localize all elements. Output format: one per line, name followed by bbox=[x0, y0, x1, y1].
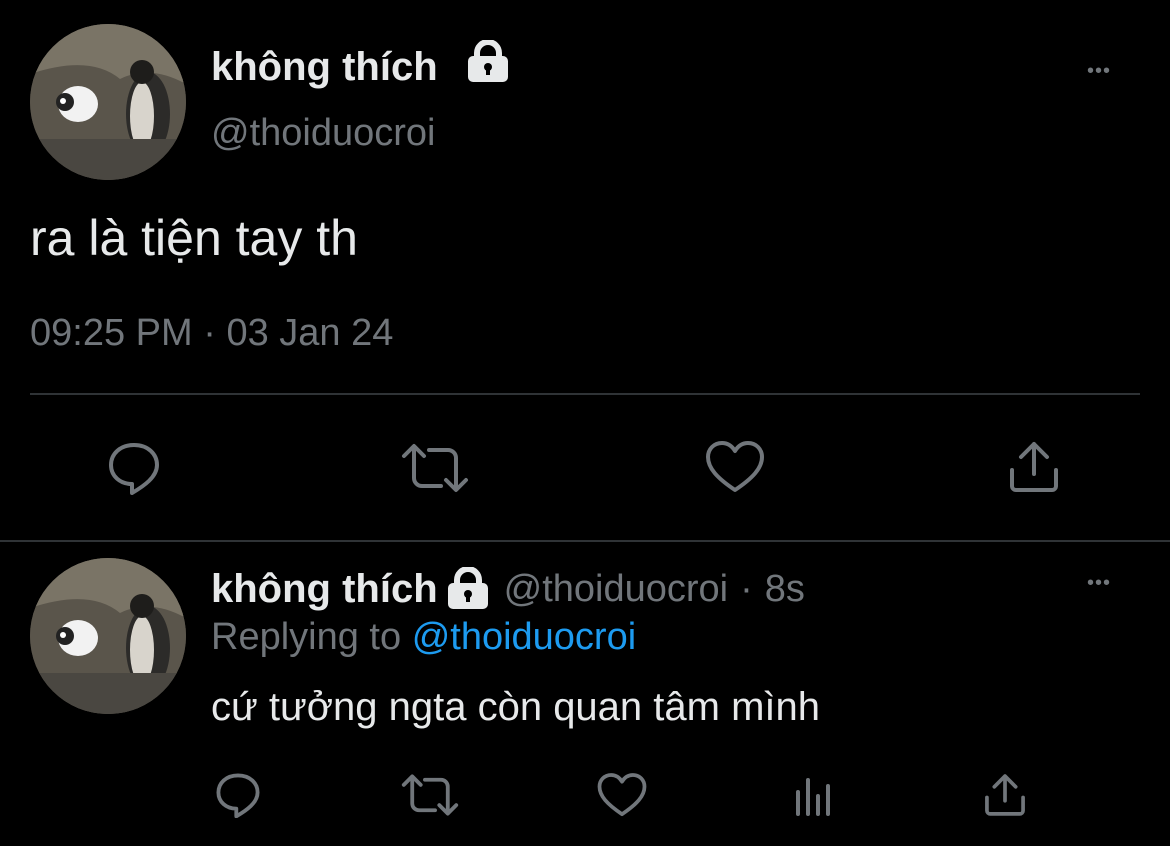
share-icon bbox=[1010, 442, 1058, 492]
retweet-icon bbox=[401, 774, 459, 816]
retweet-icon bbox=[402, 444, 468, 492]
replying-to-label: Replying to bbox=[211, 616, 402, 658]
time: 09:25 PM bbox=[30, 312, 193, 354]
reply-icon bbox=[216, 773, 260, 818]
analytics-button[interactable] bbox=[790, 772, 834, 818]
reply-handle[interactable]: @thoiduocroi bbox=[504, 568, 728, 611]
tweet-timestamp[interactable]: 09:25 PM · 03 Jan 24 bbox=[30, 310, 393, 356]
like-button[interactable] bbox=[704, 438, 766, 496]
reply-header: không thích @thoiduocroi · 8s bbox=[211, 566, 805, 612]
separator: · bbox=[203, 312, 216, 354]
display-name[interactable]: không thích bbox=[211, 43, 438, 91]
reply-lock-icon bbox=[446, 566, 490, 611]
reply-share-button[interactable] bbox=[980, 770, 1030, 820]
reply-age[interactable]: 8s bbox=[765, 568, 805, 611]
reply-avatar[interactable] bbox=[30, 558, 186, 714]
reply-like-button[interactable] bbox=[596, 770, 648, 820]
handle[interactable]: @thoiduocroi bbox=[211, 110, 435, 156]
heart-icon bbox=[597, 773, 647, 817]
reply-reply-button[interactable] bbox=[212, 770, 264, 820]
avatar[interactable] bbox=[30, 24, 186, 180]
reply-retweet-button[interactable] bbox=[400, 772, 460, 818]
retweet-button[interactable] bbox=[400, 440, 470, 496]
lock-icon bbox=[466, 39, 510, 89]
replying-to-link[interactable]: @thoiduocroi bbox=[412, 616, 636, 658]
share-button[interactable] bbox=[1004, 438, 1064, 496]
reply-display-name[interactable]: không thích bbox=[211, 566, 438, 612]
more-options-button[interactable]: ••• bbox=[1087, 60, 1111, 83]
replying-to: Replying to @thoiduocroi bbox=[211, 614, 636, 660]
date: 03 Jan 24 bbox=[226, 312, 394, 354]
reply-more-options-button[interactable]: ••• bbox=[1087, 572, 1111, 595]
reply-separator: · bbox=[740, 567, 753, 610]
reply-text: cứ tưởng ngta còn quan tâm mình bbox=[211, 685, 821, 729]
section-divider bbox=[0, 540, 1170, 542]
reply-button[interactable] bbox=[103, 438, 165, 498]
tweet-text: ra là tiện tay th bbox=[30, 210, 358, 266]
heart-icon bbox=[706, 441, 764, 492]
analytics-icon bbox=[796, 778, 830, 816]
share-icon bbox=[985, 774, 1025, 816]
divider bbox=[30, 393, 1140, 395]
reply-icon bbox=[109, 443, 159, 495]
